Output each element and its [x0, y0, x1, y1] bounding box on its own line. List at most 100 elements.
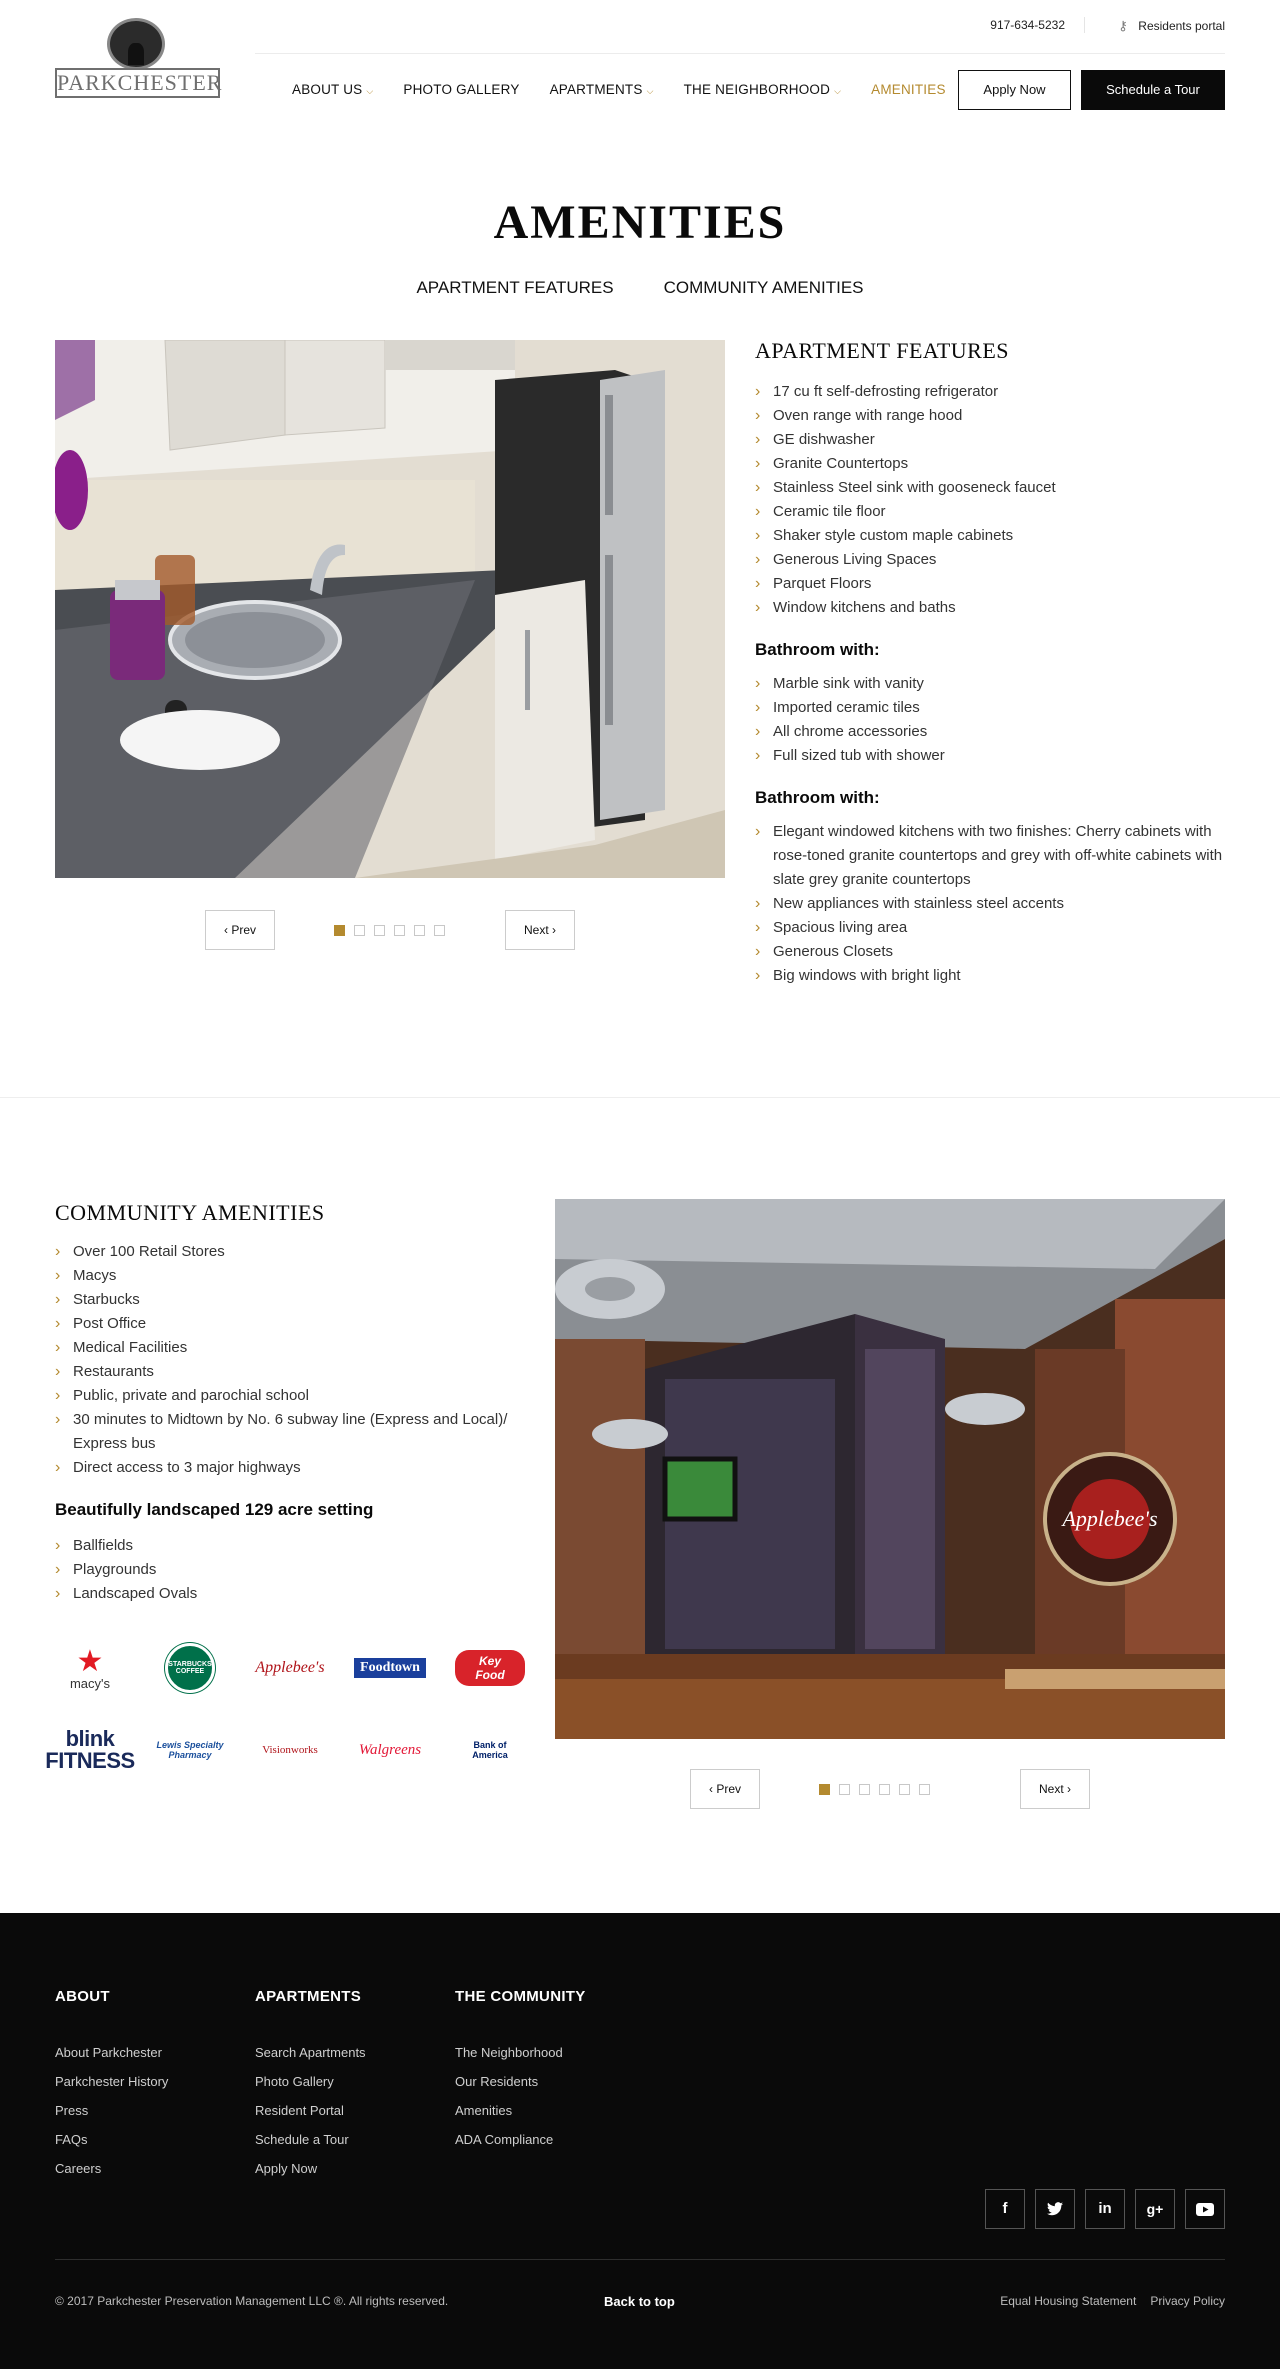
schedule-tour-button[interactable]: Schedule a Tour — [1081, 70, 1225, 110]
footer-link[interactable]: Parkchester History — [55, 2067, 168, 2096]
nav-about-us-label: ABOUT US — [292, 82, 363, 97]
slide-dots — [334, 925, 445, 936]
site-footer: ABOUT About Parkchester Parkchester Hist… — [0, 1913, 1280, 2369]
bathroom-heading-2: Bathroom with: — [755, 788, 880, 807]
walgreens-logo: Walgreens — [358, 1741, 422, 1758]
nav-about-us[interactable]: ABOUT US ⌵ — [292, 82, 373, 102]
footer-link[interactable]: Apply Now — [255, 2154, 366, 2183]
lewis-pharmacy-logo: Lewis Specialty Pharmacy — [156, 1740, 224, 1760]
youtube-icon[interactable] — [1185, 2189, 1225, 2229]
footer-link[interactable]: Photo Gallery — [255, 2067, 366, 2096]
list-item: Macys — [55, 1264, 515, 1288]
footer-link[interactable]: Schedule a Tour — [255, 2125, 366, 2154]
nav-the-neighborhood[interactable]: THE NEIGHBORHOOD ⌵ — [684, 82, 842, 102]
nav-neighborhood-label: THE NEIGHBORHOOD — [683, 82, 831, 97]
list-item: Stainless Steel sink with gooseneck fauc… — [755, 476, 1225, 500]
landscape-list: Ballfields Playgrounds Landscaped Ovals — [55, 1534, 515, 1606]
bathroom-list: Marble sink with vanity Imported ceramic… — [755, 672, 1225, 768]
parkchester-logo[interactable]: PARKCHESTER — [55, 18, 221, 100]
slide-dot[interactable] — [899, 1784, 910, 1795]
footer-heading: THE COMMUNITY — [455, 1988, 586, 2005]
footer-heading: ABOUT — [55, 1988, 110, 2005]
google-plus-icon[interactable]: g+ — [1135, 2189, 1175, 2229]
footer-link[interactable]: Press — [55, 2096, 168, 2125]
blink-fitness-logo: blink FITNESS — [45, 1726, 135, 1773]
prev-button[interactable]: ‹ Prev — [690, 1769, 760, 1809]
list-item: Imported ceramic tiles — [755, 696, 1225, 720]
footer-link[interactable]: About Parkchester — [55, 2038, 168, 2067]
footer-link[interactable]: ADA Compliance — [455, 2125, 586, 2154]
phone-link[interactable]: 917-634-5232 — [990, 18, 1065, 32]
nav-apartments-label: APARTMENTS — [549, 82, 643, 97]
copyright-text: © 2017 Parkchester Preservation Manageme… — [55, 2294, 449, 2308]
next-label: Next — [523, 923, 549, 937]
footer-link[interactable]: Resident Portal — [255, 2096, 366, 2125]
apply-now-button[interactable]: Apply Now — [958, 70, 1071, 110]
macys-logo: ★ macy's — [69, 1644, 111, 1691]
back-to-top-link[interactable]: Back to top — [604, 2294, 675, 2309]
slide-dot[interactable] — [434, 925, 445, 936]
applebees-logo: Applebee's — [255, 1659, 325, 1676]
slide-dot[interactable] — [374, 925, 385, 936]
footer-heading: APARTMENTS — [255, 1988, 362, 2005]
list-item: Shaker style custom maple cabinets — [755, 524, 1225, 548]
linkedin-icon[interactable]: in — [1085, 2189, 1125, 2229]
slide-dot[interactable] — [354, 925, 365, 936]
slide-dot[interactable] — [334, 925, 345, 936]
tree-emblem-icon — [107, 18, 165, 70]
footer-link[interactable]: Our Residents — [455, 2067, 586, 2096]
list-item: Over 100 Retail Stores — [55, 1240, 515, 1264]
slide-dot[interactable] — [394, 925, 405, 936]
slide-dot[interactable] — [414, 925, 425, 936]
slide-dot[interactable] — [819, 1784, 830, 1795]
chevron-down-icon: ⌵ — [366, 86, 374, 96]
footer-link[interactable]: Amenities — [455, 2096, 586, 2125]
list-item: Starbucks — [55, 1288, 515, 1312]
footer-link[interactable]: Careers — [55, 2154, 168, 2183]
prev-label: Prev — [231, 923, 257, 937]
tab-community-amenities[interactable]: COMMUNITY AMENITIES — [664, 278, 864, 298]
community-amenities-list: Over 100 Retail Stores Macys Starbucks P… — [55, 1240, 515, 1480]
nav-amenities[interactable]: AMENITIES — [871, 82, 946, 102]
starbucks-logo: STARBUCKS COFFEE — [155, 1643, 225, 1693]
landscape-heading: Beautifully landscaped 129 acre setting — [55, 1500, 374, 1519]
list-item: Ballfields — [55, 1534, 515, 1558]
slide-dot[interactable] — [919, 1784, 930, 1795]
social-links: f in g+ — [985, 2189, 1225, 2229]
facebook-icon[interactable]: f — [985, 2189, 1025, 2229]
slide-dot[interactable] — [839, 1784, 850, 1795]
residents-portal-label: Residents portal — [1138, 19, 1225, 33]
residents-portal-link[interactable]: ⚷ Residents portal — [1118, 18, 1225, 34]
prev-button[interactable]: ‹ Prev — [205, 910, 275, 950]
next-button[interactable]: Next › — [505, 910, 575, 950]
twitter-icon[interactable] — [1035, 2189, 1075, 2229]
list-item: Ceramic tile floor — [755, 500, 1225, 524]
slide-dot[interactable] — [879, 1784, 890, 1795]
footer-link[interactable]: FAQs — [55, 2125, 168, 2154]
list-item: Parquet Floors — [755, 572, 1225, 596]
footer-col-community: THE COMMUNITY The Neighborhood Our Resid… — [455, 1988, 586, 2154]
foodtown-logo: Foodtown — [354, 1648, 426, 1688]
footer-link[interactable]: Search Apartments — [255, 2038, 366, 2067]
privacy-policy-link[interactable]: Privacy Policy — [1150, 2294, 1225, 2308]
list-item: Full sized tub with shower — [755, 744, 1225, 768]
list-item: Generous Closets — [755, 940, 1225, 964]
bank-of-america-logo: Bank of America — [472, 1740, 508, 1760]
kitchen-photo — [55, 340, 725, 878]
key-food-logo: Key Food — [455, 1648, 525, 1688]
footer-link[interactable]: The Neighborhood — [455, 2038, 586, 2067]
bathroom-heading: Bathroom with: — [755, 640, 880, 659]
slide-dot[interactable] — [859, 1784, 870, 1795]
list-item: Generous Living Spaces — [755, 548, 1225, 572]
nav-photo-gallery[interactable]: PHOTO GALLERY — [403, 82, 519, 102]
tab-apartment-features[interactable]: APARTMENT FEATURES — [416, 278, 613, 298]
list-item: Elegant windowed kitchens with two finis… — [755, 820, 1225, 892]
next-button[interactable]: Next › — [1020, 1769, 1090, 1809]
restaurant-illustration: Applebee's — [555, 1199, 1225, 1739]
next-label: Next — [1038, 1782, 1064, 1796]
nav-apartments[interactable]: APARTMENTS ⌵ — [550, 82, 654, 102]
list-item: Window kitchens and baths — [755, 596, 1225, 620]
apartment-features-section: APARTMENT FEATURES 17 cu ft self-defrost… — [755, 338, 1225, 988]
equal-housing-link[interactable]: Equal Housing Statement — [1000, 2294, 1136, 2308]
svg-text:Applebee's: Applebee's — [1060, 1506, 1157, 1531]
